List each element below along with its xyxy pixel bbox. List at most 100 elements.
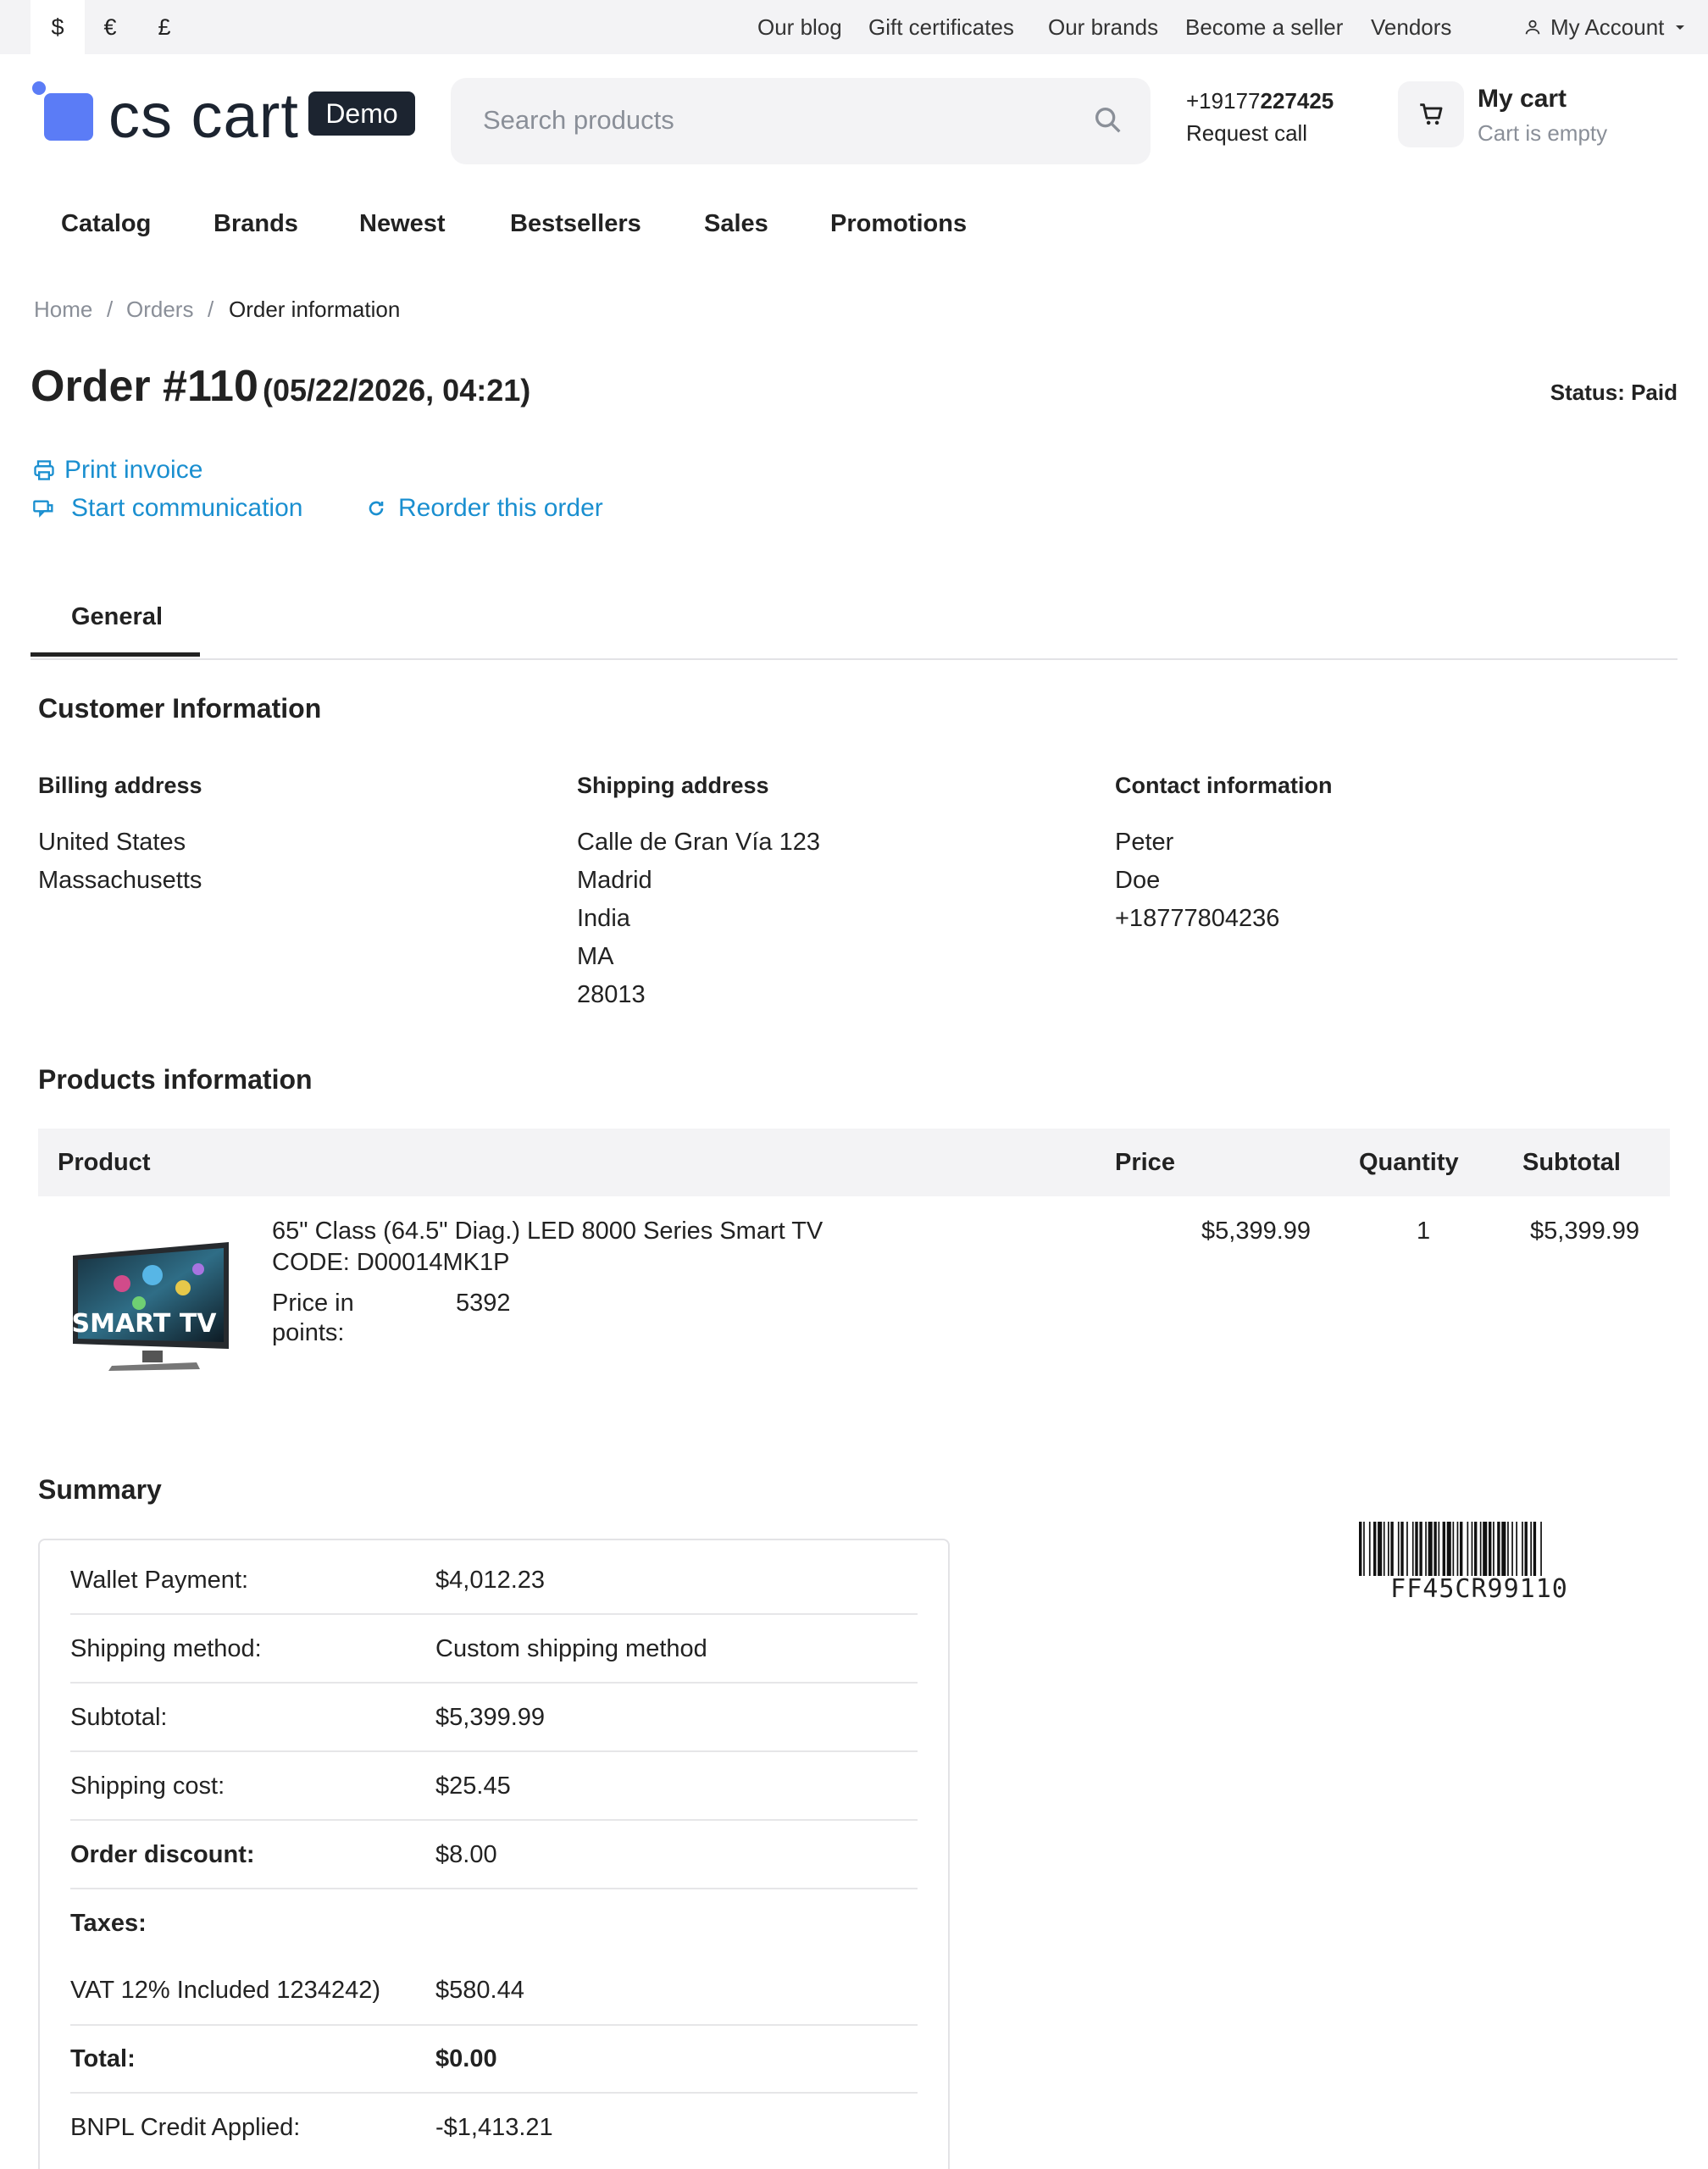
barcode-bar (1511, 1522, 1513, 1576)
summary-label-order-discount: Order discount: (70, 1841, 255, 1868)
contact-first-name: Peter (1115, 829, 1174, 856)
summary-divider (70, 1750, 918, 1752)
product-image-text: SMART TV (71, 1309, 217, 1339)
top-link-vendors[interactable]: Vendors (1371, 14, 1451, 41)
product-quantity: 1 (1417, 1218, 1431, 1245)
summary-value-order-discount: $8.00 (435, 1841, 497, 1868)
summary-value-total: $0.00 (435, 2045, 497, 2072)
barcode-bar (1419, 1522, 1422, 1576)
summary-label-shipping-cost: Shipping cost: (70, 1772, 225, 1800)
printer-icon[interactable] (32, 458, 56, 482)
shipping-address-line: Madrid (577, 867, 652, 894)
summary-label-subtotal: Subtotal: (70, 1704, 168, 1731)
currency-gbp[interactable]: £ (137, 0, 191, 54)
nav-catalog[interactable]: Catalog (61, 210, 151, 238)
print-invoice-link[interactable]: Print invoice (64, 456, 202, 485)
shipping-address-line: 28013 (577, 981, 646, 1008)
barcode-bar (1415, 1522, 1418, 1576)
contact-info-heading: Contact information (1115, 773, 1333, 798)
nav-promotions[interactable]: Promotions (830, 210, 967, 238)
barcode-bar (1530, 1522, 1532, 1576)
top-link-brands[interactable]: Our brands (1048, 14, 1158, 41)
barcode-bar (1373, 1522, 1377, 1576)
my-account-menu[interactable]: My Account (1523, 14, 1686, 40)
breadcrumb-current: Order information (229, 297, 401, 322)
user-icon (1525, 19, 1540, 35)
search-placeholder: Search products (483, 105, 674, 135)
summary-value-shipping-cost: $25.45 (435, 1772, 511, 1800)
summary-label-shipping-method: Shipping method: (70, 1635, 262, 1662)
barcode-bar (1428, 1522, 1433, 1576)
breadcrumb-orders[interactable]: Orders (126, 297, 193, 323)
barcode-bar (1533, 1522, 1537, 1576)
reorder-link[interactable]: Reorder this order (398, 494, 603, 523)
order-barcode (1359, 1522, 1542, 1576)
summary-divider (70, 1682, 918, 1684)
contact-last-name: Doe (1115, 867, 1161, 894)
summary-value-subtotal: $5,399.99 (435, 1704, 546, 1731)
cart-status: Cart is empty (1478, 120, 1608, 146)
nav-newest[interactable]: Newest (359, 210, 446, 238)
nav-sales[interactable]: Sales (704, 210, 768, 238)
start-communication-link[interactable]: Start communication (71, 494, 302, 523)
currency-usd[interactable]: $ (30, 0, 85, 54)
barcode-bar (1383, 1522, 1385, 1576)
column-header-product: Product (58, 1149, 151, 1176)
column-header-quantity: Quantity (1359, 1149, 1459, 1176)
barcode-bar (1406, 1522, 1408, 1576)
barcode-bar (1438, 1522, 1440, 1576)
nav-brands[interactable]: Brands (214, 210, 298, 238)
shipping-address-line: Calle de Gran Vía 123 (577, 829, 820, 856)
search-input[interactable]: Search products (451, 78, 1151, 164)
refresh-icon[interactable] (366, 498, 386, 519)
summary-label-total: Total: (70, 2045, 136, 2072)
barcode-bar (1497, 1522, 1500, 1576)
cart-button[interactable] (1398, 81, 1464, 147)
barcode-bar (1400, 1522, 1404, 1576)
top-bar: $ € £ Our blog Gift certificates Our bra… (0, 0, 1708, 54)
price-in-points-value: 5392 (456, 1290, 511, 1317)
billing-address-line: Massachusetts (38, 867, 202, 894)
barcode-text: FF45CR99110 (1390, 1574, 1568, 1604)
barcode-bar (1507, 1522, 1509, 1576)
order-status: Status: Paid (1550, 380, 1678, 405)
product-name-link[interactable]: 65" Class (64.5" Diag.) LED 8000 Series … (272, 1218, 823, 1245)
summary-divider (70, 2024, 918, 2026)
search-icon[interactable] (1091, 103, 1125, 137)
column-header-subtotal: Subtotal (1522, 1149, 1621, 1176)
barcode-bar (1446, 1522, 1451, 1576)
breadcrumb-home[interactable]: Home (34, 297, 92, 323)
barcode-bar (1460, 1522, 1463, 1576)
cart-title[interactable]: My cart (1478, 85, 1567, 114)
logo-mark (44, 93, 93, 141)
product-image[interactable]: SMART TV (71, 1237, 232, 1381)
shipping-address-heading: Shipping address (577, 773, 769, 798)
phone-number: +19177227425 (1186, 88, 1334, 114)
top-link-gift-certificates[interactable]: Gift certificates (868, 14, 1014, 41)
summary-label-taxes: Taxes: (70, 1910, 147, 1937)
barcode-bar (1501, 1522, 1506, 1576)
contact-phone: +18777804236 (1115, 905, 1280, 932)
request-call-link[interactable]: Request call (1186, 120, 1307, 147)
demo-badge: Demo (308, 92, 415, 136)
barcode-bar (1467, 1522, 1469, 1576)
summary-value-shipping-method: Custom shipping method (435, 1635, 707, 1662)
barcode-bar (1516, 1522, 1517, 1576)
nav-bestsellers[interactable]: Bestsellers (510, 210, 641, 238)
barcode-bar (1474, 1522, 1478, 1576)
chat-icon[interactable] (32, 497, 56, 521)
barcode-bar (1363, 1522, 1365, 1576)
phone-suffix: 227425 (1260, 88, 1334, 114)
barcode-bar (1479, 1522, 1482, 1576)
barcode-bar (1522, 1522, 1523, 1576)
order-date: (05/22/2026, 04:21) (263, 373, 531, 408)
billing-address-line: United States (38, 829, 186, 856)
summary-divider (70, 1613, 918, 1615)
top-link-become-seller[interactable]: Become a seller (1185, 14, 1343, 41)
currency-eur[interactable]: € (83, 0, 137, 54)
summary-divider (70, 2092, 918, 2094)
barcode-bar (1388, 1522, 1389, 1576)
top-link-blog[interactable]: Our blog (757, 14, 842, 41)
barcode-bar (1397, 1522, 1400, 1576)
tab-general[interactable]: General (71, 603, 163, 631)
